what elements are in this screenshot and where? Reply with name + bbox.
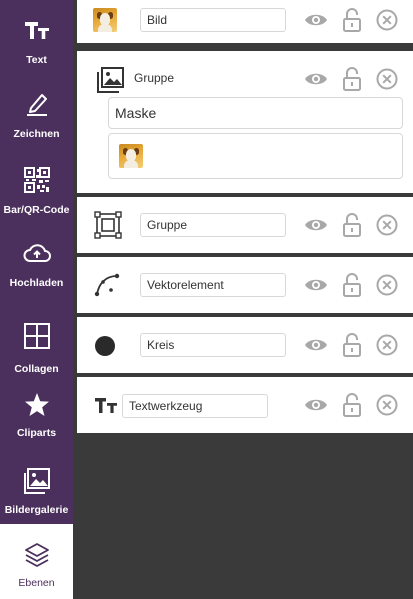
layer-item[interactable] bbox=[77, 317, 413, 377]
sidebar-item-bildergalerie[interactable]: Bildergalerie bbox=[0, 448, 73, 524]
lock-open-icon[interactable] bbox=[341, 331, 363, 359]
sidebar-item-label: Bildergalerie bbox=[4, 504, 69, 516]
mask-label: Maske bbox=[115, 105, 157, 121]
sidebar-item-label: Bar/QR-Code bbox=[3, 204, 70, 216]
eye-icon[interactable] bbox=[303, 66, 329, 92]
dog-thumbnail bbox=[93, 8, 117, 32]
layer-name-input[interactable] bbox=[140, 8, 286, 32]
layer-item[interactable] bbox=[77, 197, 413, 257]
image-gallery-icon bbox=[23, 448, 50, 500]
text-icon bbox=[93, 394, 119, 416]
circle-icon bbox=[93, 334, 117, 358]
close-circle-icon[interactable] bbox=[375, 213, 399, 237]
bezier-curve-icon bbox=[93, 272, 121, 298]
qr-code-icon bbox=[23, 146, 50, 200]
sidebar-item-bar-qr-code[interactable]: Bar/QR-Code bbox=[0, 146, 73, 219]
sidebar-item-label: Cliparts bbox=[16, 427, 57, 439]
image-group-icon bbox=[97, 67, 125, 93]
cloud-upload-icon bbox=[23, 219, 51, 273]
lock-open-icon[interactable] bbox=[341, 391, 363, 419]
eye-icon[interactable] bbox=[303, 392, 329, 418]
sidebar-item-label: Collagen bbox=[14, 363, 59, 375]
sidebar-item-label: Zeichnen bbox=[13, 128, 60, 140]
layers-panel: Gruppe Maske bbox=[73, 0, 413, 599]
star-icon bbox=[24, 375, 50, 423]
group-select-icon bbox=[94, 211, 122, 239]
eye-icon[interactable] bbox=[303, 332, 329, 358]
sidebar-item-zeichnen[interactable]: Zeichnen bbox=[0, 73, 73, 146]
eye-icon[interactable] bbox=[303, 272, 329, 298]
sidebar-item-label: Text bbox=[26, 54, 47, 66]
close-circle-icon[interactable] bbox=[375, 333, 399, 357]
close-circle-icon[interactable] bbox=[375, 393, 399, 417]
layer-item[interactable]: Gruppe Maske bbox=[77, 51, 413, 197]
mask-box[interactable]: Maske bbox=[108, 97, 403, 129]
layers-icon bbox=[24, 524, 50, 573]
sidebar-item-label: Ebenen bbox=[18, 577, 55, 589]
collage-grid-icon bbox=[23, 292, 50, 359]
eye-icon[interactable] bbox=[303, 212, 329, 238]
layer-item[interactable] bbox=[77, 257, 413, 317]
sidebar-item-ebenen[interactable]: Ebenen bbox=[0, 524, 73, 599]
layer-item[interactable] bbox=[77, 0, 413, 47]
sidebar: Text Zeichnen Bar/QR-Code Hochladen Coll… bbox=[0, 0, 73, 599]
layer-name-input[interactable] bbox=[122, 394, 268, 418]
text-icon bbox=[24, 0, 50, 50]
layer-item[interactable] bbox=[77, 377, 413, 433]
layer-name-input[interactable] bbox=[140, 213, 286, 237]
eye-icon[interactable] bbox=[303, 7, 329, 33]
lock-open-icon[interactable] bbox=[341, 65, 363, 93]
close-circle-icon[interactable] bbox=[375, 273, 399, 297]
mask-content-box[interactable] bbox=[108, 133, 403, 179]
layer-name-label: Gruppe bbox=[134, 71, 175, 85]
pen-icon bbox=[24, 73, 50, 124]
close-circle-icon[interactable] bbox=[375, 67, 399, 91]
sidebar-item-label: Hochladen bbox=[9, 277, 64, 289]
sidebar-item-cliparts[interactable]: Cliparts bbox=[0, 375, 73, 448]
sidebar-item-collagen[interactable]: Collagen bbox=[0, 292, 73, 375]
lock-open-icon[interactable] bbox=[341, 211, 363, 239]
sidebar-item-hochladen[interactable]: Hochladen bbox=[0, 219, 73, 292]
lock-open-icon[interactable] bbox=[341, 6, 363, 34]
layer-name-input[interactable] bbox=[140, 333, 286, 357]
dog-thumbnail bbox=[119, 144, 143, 168]
lock-open-icon[interactable] bbox=[341, 271, 363, 299]
sidebar-item-text[interactable]: Text bbox=[0, 0, 73, 73]
layer-name-input[interactable] bbox=[140, 273, 286, 297]
close-circle-icon[interactable] bbox=[375, 8, 399, 32]
